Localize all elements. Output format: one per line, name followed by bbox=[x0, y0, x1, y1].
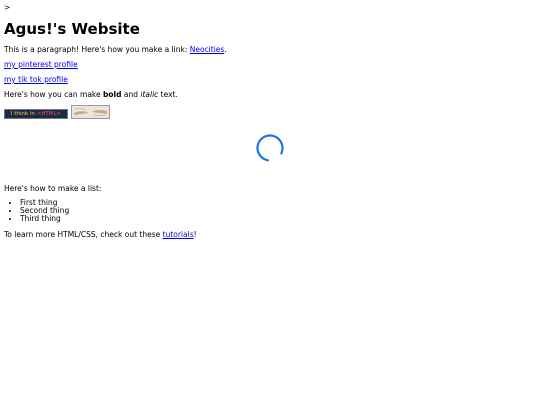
hands-icon bbox=[72, 106, 109, 118]
tiktok-paragraph: my tik tok profile bbox=[4, 75, 68, 84]
i-think-in-html-badge[interactable]: I think in <HTML> bbox=[4, 109, 68, 119]
tutorials-link[interactable]: tutorials bbox=[163, 230, 194, 239]
stray-character: > bbox=[4, 3, 11, 12]
neocities-link[interactable]: Neocities bbox=[190, 45, 225, 54]
example-list: First thing Second thing Third thing bbox=[4, 199, 69, 223]
format-middle: and bbox=[121, 90, 141, 99]
outro-paragraph: To learn more HTML/CSS, check out these … bbox=[4, 230, 197, 239]
pinterest-profile-link[interactable]: my pinterest profile bbox=[4, 60, 78, 69]
outro-prefix: To learn more HTML/CSS, check out these bbox=[4, 230, 163, 239]
badge-html-text: <HTML> bbox=[36, 111, 62, 117]
outro-suffix: ! bbox=[193, 230, 197, 239]
hands-image-badge[interactable] bbox=[71, 105, 110, 119]
loading-spinner-icon bbox=[256, 134, 284, 162]
intro-paragraph: This is a paragraph! Here's how you make… bbox=[4, 45, 227, 54]
format-suffix: text. bbox=[158, 90, 178, 99]
page-title: Agus!'s Website bbox=[4, 20, 140, 38]
intro-text: This is a paragraph! Here's how you make… bbox=[4, 45, 190, 54]
badge-row: I think in <HTML> bbox=[4, 105, 110, 119]
list-item: Third thing bbox=[20, 215, 69, 223]
formatting-paragraph: Here's how you can make bold and italic … bbox=[4, 90, 178, 99]
pinterest-paragraph: my pinterest profile bbox=[4, 60, 78, 69]
italic-text: italic bbox=[140, 90, 159, 99]
list-intro: Here's how to make a list: bbox=[4, 184, 102, 193]
tiktok-profile-link[interactable]: my tik tok profile bbox=[4, 75, 68, 84]
badge-text: I think in bbox=[10, 111, 37, 117]
format-prefix: Here's how you can make bbox=[4, 90, 103, 99]
bold-text: bold bbox=[103, 90, 122, 99]
intro-end: . bbox=[224, 45, 227, 54]
